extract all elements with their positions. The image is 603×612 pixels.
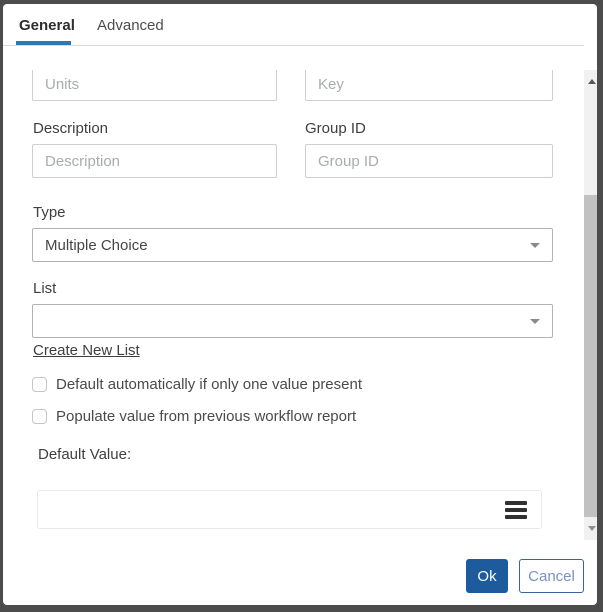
default-value-label: Default Value: [38, 446, 131, 463]
key-input[interactable] [305, 70, 553, 101]
populate-value-checkbox[interactable] [32, 409, 47, 424]
tab-general-label: General [19, 17, 75, 34]
type-select[interactable]: Multiple Choice [32, 228, 553, 262]
active-tab-indicator [16, 41, 71, 45]
dialog-footer: Ok Cancel [466, 559, 584, 593]
cancel-button[interactable]: Cancel [519, 559, 584, 593]
description-label: Description [33, 120, 108, 137]
scroll-up-icon[interactable] [584, 74, 597, 89]
type-select-value: Multiple Choice [45, 237, 148, 254]
description-input[interactable] [32, 144, 277, 178]
default-automatically-checkbox-row[interactable]: Default automatically if only one value … [32, 376, 362, 393]
field-settings-dialog: General Advanced Description Group ID Ty… [3, 4, 597, 605]
caret-down-icon [530, 243, 540, 248]
caret-down-icon [530, 319, 540, 324]
populate-value-checkbox-row[interactable]: Populate value from previous workflow re… [32, 408, 356, 425]
units-input[interactable] [32, 70, 277, 101]
type-label: Type [33, 204, 66, 221]
list-select[interactable] [32, 304, 553, 338]
default-automatically-label: Default automatically if only one value … [56, 376, 362, 393]
tab-advanced[interactable]: Advanced [97, 4, 164, 46]
list-label: List [33, 280, 56, 297]
default-value-box[interactable] [37, 490, 542, 529]
default-automatically-checkbox[interactable] [32, 377, 47, 392]
tab-bar: General Advanced [3, 4, 584, 46]
dialog-scroll-content: Description Group ID Type Multiple Choic… [3, 70, 584, 540]
scroll-down-icon[interactable] [584, 521, 597, 536]
screen-backdrop: General Advanced Description Group ID Ty… [0, 0, 603, 612]
ok-button[interactable]: Ok [466, 559, 508, 593]
group-id-input[interactable] [305, 144, 553, 178]
vertical-scrollbar[interactable] [584, 70, 597, 540]
scrollbar-thumb[interactable] [584, 195, 597, 517]
tab-advanced-label: Advanced [97, 17, 164, 34]
create-new-list-link[interactable]: Create New List [33, 342, 140, 359]
populate-value-label: Populate value from previous workflow re… [56, 408, 356, 425]
tab-general[interactable]: General [19, 4, 75, 46]
group-id-label: Group ID [305, 120, 366, 137]
menu-icon[interactable] [505, 501, 527, 519]
